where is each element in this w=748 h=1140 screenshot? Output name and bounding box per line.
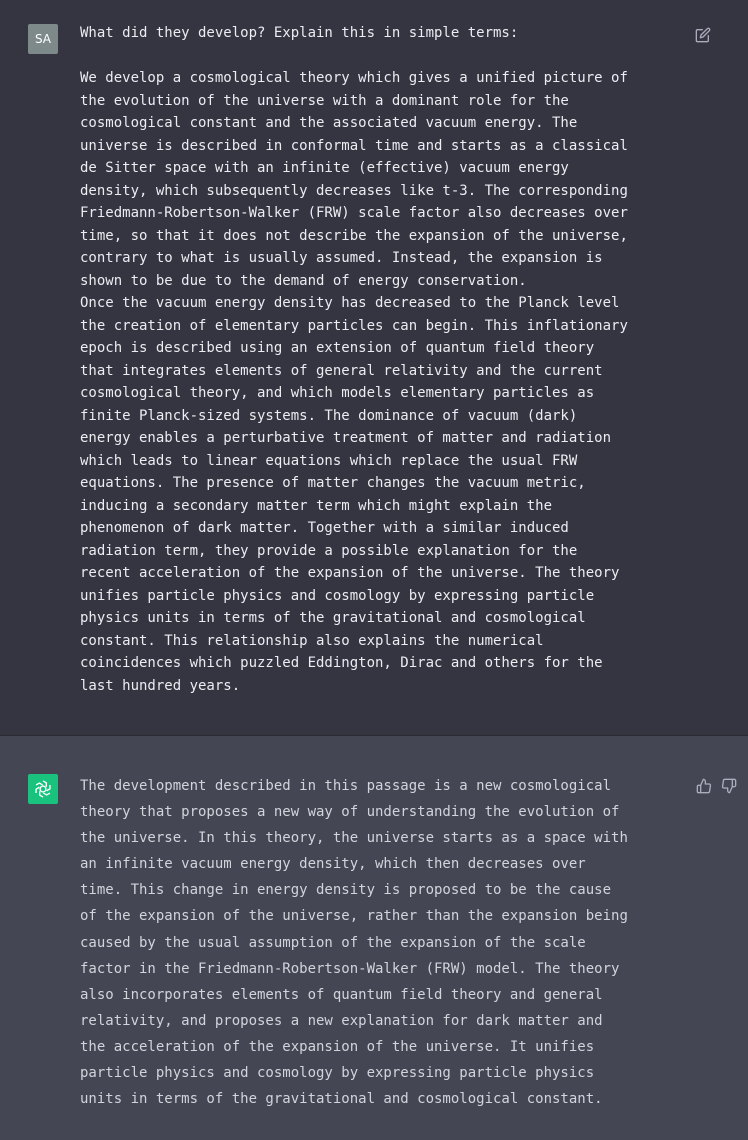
assistant-message: The development described in this passag… <box>0 736 748 1140</box>
user-message: SA What did they develop? Explain this i… <box>0 0 748 736</box>
assistant-message-text: The development described in this passag… <box>80 778 628 1108</box>
thumbs-down-button[interactable] <box>720 777 738 795</box>
user-message-text: What did they develop? Explain this in s… <box>80 25 628 694</box>
user-avatar: SA <box>28 24 58 54</box>
edit-icon <box>695 27 711 43</box>
thumbs-down-icon <box>721 778 737 794</box>
assistant-avatar <box>28 774 58 804</box>
edit-button[interactable] <box>694 26 712 44</box>
user-avatar-initials: SA <box>34 32 52 46</box>
openai-logo-icon <box>35 780 51 798</box>
thumbs-up-icon <box>696 778 712 794</box>
thumbs-up-button[interactable] <box>695 777 713 795</box>
